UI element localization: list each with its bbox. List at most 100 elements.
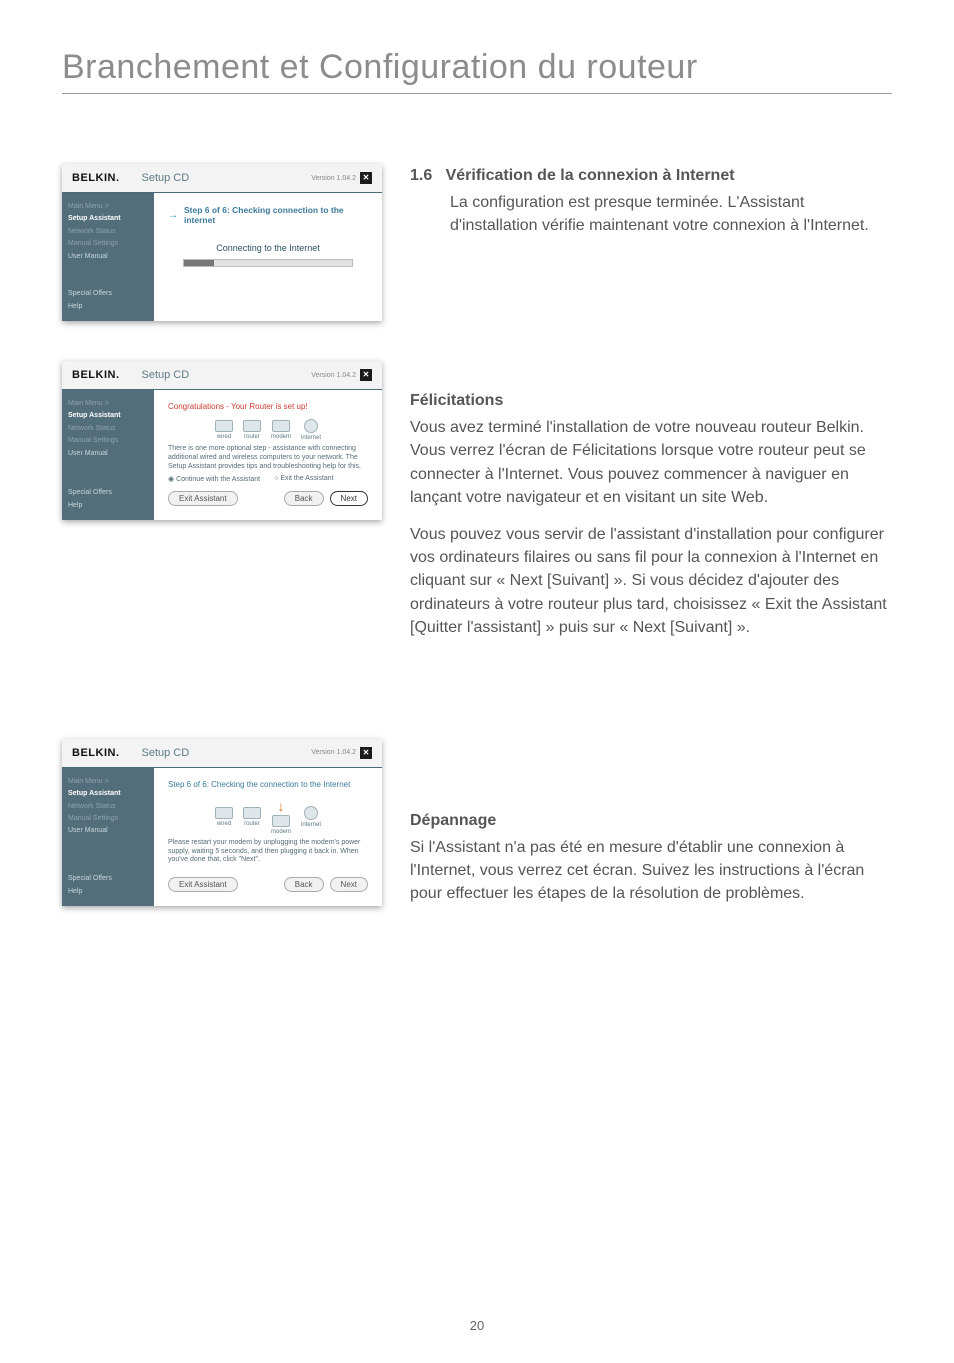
note-text: Please restart your modem by unplugging …: [168, 839, 368, 865]
back-button[interactable]: Back: [284, 877, 324, 892]
setup-cd-label: Setup CD: [120, 747, 312, 759]
card-header: BELKIN. Setup CD Version 1.04.2 ✕: [62, 739, 382, 768]
sidebar-main-menu[interactable]: Main Menu >: [68, 398, 148, 410]
section-title: Vérification de la connexion à Internet: [446, 167, 735, 184]
brand-logo: BELKIN.: [72, 369, 120, 381]
network-diagram: wired router modem internet: [168, 419, 368, 441]
sidebar-special-offers[interactable]: Special Offers: [68, 487, 148, 499]
section-felicitations: Félicitations Vous avez terminé l'instal…: [410, 361, 892, 639]
sidebar-user-manual[interactable]: User Manual: [68, 448, 148, 460]
globe-icon: [304, 419, 318, 433]
step-text: Step 6 of 6: Checking connection to the …: [184, 205, 368, 225]
row-3: BELKIN. Setup CD Version 1.04.2 ✕ Main M…: [62, 649, 892, 906]
connecting-label: Connecting to the Internet: [168, 243, 368, 253]
arrow-down-icon: ↓: [277, 799, 284, 813]
sidebar-help[interactable]: Help: [68, 886, 148, 898]
row-2: BELKIN. Setup CD Version 1.04.2 ✕ Main M…: [62, 361, 892, 639]
page-number: 20: [0, 1318, 954, 1333]
dg-label-internet: internet: [301, 435, 321, 441]
modem-icon: [272, 815, 290, 827]
screenshot-card-3: BELKIN. Setup CD Version 1.04.2 ✕ Main M…: [62, 739, 382, 906]
button-row: Exit Assistant Back Next: [168, 491, 368, 506]
sidebar-network-status[interactable]: Network Status: [68, 226, 148, 238]
sidebar-manual-settings[interactable]: Manual Settings: [68, 238, 148, 250]
pc-icon: [215, 420, 233, 432]
sidebar-main-menu[interactable]: Main Menu >: [68, 776, 148, 788]
section-title: Dépannage: [410, 809, 892, 832]
dg-label-wired: wired: [217, 434, 231, 440]
button-row: Exit Assistant Back Next: [168, 877, 368, 892]
version-label: Version 1.04.2: [311, 175, 360, 182]
modem-icon: [272, 420, 290, 432]
close-icon[interactable]: ✕: [360, 747, 372, 759]
sidebar-setup-assistant[interactable]: Setup Assistant: [68, 788, 148, 800]
sidebar-network-status[interactable]: Network Status: [68, 801, 148, 813]
brand-logo: BELKIN.: [72, 747, 120, 759]
brand-logo: BELKIN.: [72, 172, 120, 184]
card-header: BELKIN. Setup CD Version 1.04.2 ✕: [62, 164, 382, 193]
sidebar-special-offers[interactable]: Special Offers: [68, 873, 148, 885]
step-line: → Step 6 of 6: Checking connection to th…: [168, 205, 368, 225]
dg-label-modem: modem: [271, 829, 291, 835]
step-line: Step 6 of 6: Checking the connection to …: [168, 780, 368, 789]
section-title: Félicitations: [410, 389, 892, 412]
page-title: Branchement et Configuration du routeur: [62, 48, 892, 94]
section-number: 1.6: [410, 167, 432, 184]
sidebar-help[interactable]: Help: [68, 301, 148, 313]
next-button[interactable]: Next: [330, 877, 368, 892]
next-button[interactable]: Next: [330, 491, 368, 506]
sidebar-manual-settings[interactable]: Manual Settings: [68, 813, 148, 825]
exit-assistant-button[interactable]: Exit Assistant: [168, 877, 238, 892]
row-1: BELKIN. Setup CD Version 1.04.2 ✕ Main M…: [62, 164, 892, 321]
sidebar-special-offers[interactable]: Special Offers: [68, 288, 148, 300]
section-body-2: Vous pouvez vous servir de l'assistant d…: [410, 523, 892, 639]
sidebar-help[interactable]: Help: [68, 500, 148, 512]
version-label: Version 1.04.2: [311, 749, 360, 756]
globe-icon: [304, 806, 318, 820]
back-button[interactable]: Back: [284, 491, 324, 506]
section-1-6: 1.6 Vérification de la connexion à Inter…: [410, 164, 892, 238]
dg-label-internet: internet: [301, 822, 321, 828]
sidebar-manual-settings[interactable]: Manual Settings: [68, 435, 148, 447]
exit-assistant-button[interactable]: Exit Assistant: [168, 491, 238, 506]
card-sidebar: Main Menu > Setup Assistant Network Stat…: [62, 390, 154, 520]
setup-cd-label: Setup CD: [120, 369, 312, 381]
setup-cd-label: Setup CD: [120, 172, 312, 184]
network-diagram: wired router ↓ modem internet: [168, 799, 368, 835]
congrats-line: Congratulations - Your Router is set up!: [168, 402, 368, 411]
section-body: Si l'Assistant n'a pas été en mesure d'é…: [410, 836, 892, 906]
screenshot-card-2: BELKIN. Setup CD Version 1.04.2 ✕ Main M…: [62, 361, 382, 520]
sidebar-setup-assistant[interactable]: Setup Assistant: [68, 410, 148, 422]
sidebar-network-status[interactable]: Network Status: [68, 423, 148, 435]
dg-label-router: router: [244, 434, 260, 440]
section-depannage: Dépannage Si l'Assistant n'a pas été en …: [410, 649, 892, 906]
card-main: Congratulations - Your Router is set up!…: [154, 390, 382, 520]
sidebar-user-manual[interactable]: User Manual: [68, 251, 148, 263]
pc-icon: [215, 807, 233, 819]
radio-group: ◉ Continue with the Assistant ○ Exit the…: [168, 475, 368, 483]
sidebar-user-manual[interactable]: User Manual: [68, 825, 148, 837]
dg-label-modem: modem: [271, 434, 291, 440]
dg-label-wired: wired: [217, 821, 231, 827]
sidebar-setup-assistant[interactable]: Setup Assistant: [68, 213, 148, 225]
section-body-1: Vous avez terminé l'installation de votr…: [410, 416, 892, 509]
progress-bar: [183, 259, 353, 267]
radio-continue[interactable]: ◉ Continue with the Assistant: [168, 475, 260, 483]
sidebar-main-menu[interactable]: Main Menu >: [68, 201, 148, 213]
dg-label-router: router: [244, 821, 260, 827]
arrow-right-icon: →: [168, 210, 178, 221]
router-icon: [243, 807, 261, 819]
note-text: There is one more optional step - assist…: [168, 445, 368, 471]
card-sidebar: Main Menu > Setup Assistant Network Stat…: [62, 768, 154, 906]
close-icon[interactable]: ✕: [360, 172, 372, 184]
close-icon[interactable]: ✕: [360, 369, 372, 381]
card-sidebar: Main Menu > Setup Assistant Network Stat…: [62, 193, 154, 321]
card-main: Step 6 of 6: Checking the connection to …: [154, 768, 382, 906]
router-icon: [243, 420, 261, 432]
card-header: BELKIN. Setup CD Version 1.04.2 ✕: [62, 361, 382, 390]
screenshot-card-1: BELKIN. Setup CD Version 1.04.2 ✕ Main M…: [62, 164, 382, 321]
radio-exit[interactable]: ○ Exit the Assistant: [274, 475, 334, 483]
version-label: Version 1.04.2: [311, 372, 360, 379]
card-main: → Step 6 of 6: Checking connection to th…: [154, 193, 382, 321]
section-body: La configuration est presque terminée. L…: [410, 191, 892, 237]
